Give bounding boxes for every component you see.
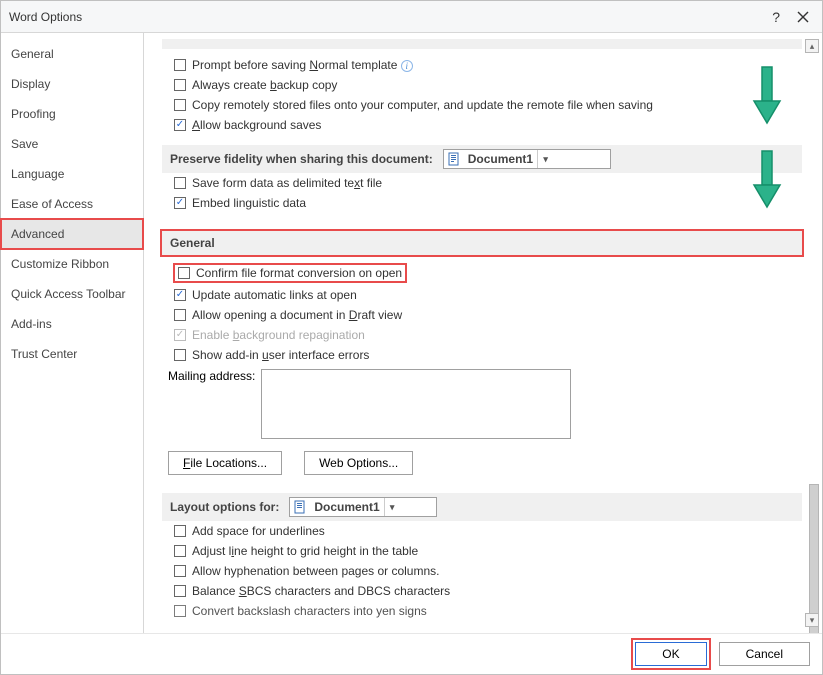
opt-convert-backslash-yen[interactable]: Convert backslash characters into yen si…: [168, 601, 802, 621]
titlebar: Word Options ?: [1, 1, 822, 33]
opt-space-underlines[interactable]: Add space for underlines: [168, 521, 802, 541]
opt-adjust-line-height[interactable]: Adjust line height to grid height in the…: [168, 541, 802, 561]
opt-open-draft[interactable]: Allow opening a document in Draft view: [168, 305, 802, 325]
mailing-address-label: Mailing address:: [168, 369, 255, 383]
checkbox-icon: [174, 59, 186, 71]
help-button[interactable]: ?: [772, 9, 780, 25]
opt-addin-ui-errors[interactable]: Show add-in user interface errors: [168, 345, 802, 365]
opt-prompt-normal-template[interactable]: Prompt before saving Normal template i: [168, 55, 802, 75]
close-button[interactable]: [794, 8, 812, 26]
checkbox-icon: [174, 177, 186, 189]
opt-background-repagination: Enable background repagination: [168, 325, 802, 345]
vertical-scrollbar[interactable]: ▴ ▾: [805, 39, 819, 627]
checkbox-icon: [174, 565, 186, 577]
preserve-fidelity-combo[interactable]: Document1 ▾: [443, 149, 611, 169]
checkbox-icon: [174, 309, 186, 321]
section-header-label: Layout options for:: [170, 500, 279, 514]
section-layout-options: Layout options for: Document1 ▾: [162, 493, 802, 521]
opt-balance-sbcs[interactable]: Balance SBCS characters and DBCS charact…: [168, 581, 802, 601]
layout-options-combo[interactable]: Document1 ▾: [289, 497, 437, 517]
section-header-label: Preserve fidelity when sharing this docu…: [170, 152, 433, 166]
opt-allow-bg-saves[interactable]: Allow background saves: [168, 115, 802, 135]
annotation-arrow-down-icon: [750, 65, 784, 130]
sidebar-item-customize-ribbon[interactable]: Customize Ribbon: [1, 249, 143, 279]
checkbox-icon: [174, 545, 186, 557]
combo-value: Document1: [464, 152, 537, 166]
category-sidebar: General Display Proofing Save Language E…: [1, 33, 144, 633]
options-panel: Prompt before saving Normal template i A…: [144, 33, 822, 633]
checkbox-icon: [174, 289, 186, 301]
checkbox-icon: [174, 329, 186, 341]
mailing-address-input[interactable]: [261, 369, 571, 439]
section-general: General: [162, 231, 802, 255]
dialog-footer: OK Cancel: [1, 634, 822, 674]
chevron-down-icon: ▾: [537, 150, 553, 168]
scroll-down-icon[interactable]: ▾: [805, 613, 819, 627]
opt-embed-linguistic[interactable]: Embed linguistic data: [168, 193, 802, 213]
word-options-dialog: Word Options ? General Display Proofing …: [0, 0, 823, 675]
document-icon: [444, 152, 464, 166]
chevron-down-icon: ▾: [384, 498, 400, 516]
section-band: [162, 39, 802, 49]
section-preserve-fidelity: Preserve fidelity when sharing this docu…: [162, 145, 802, 173]
window-title: Word Options: [9, 10, 82, 24]
cancel-button[interactable]: Cancel: [719, 642, 810, 666]
web-options-button[interactable]: Web Options...: [304, 451, 413, 475]
checkbox-icon: [174, 349, 186, 361]
annotation-arrow-down-icon: [750, 149, 784, 214]
checkbox-icon: [174, 585, 186, 597]
sidebar-item-trust-center[interactable]: Trust Center: [1, 339, 143, 369]
mailing-address-row: Mailing address:: [162, 365, 802, 443]
opt-allow-hyphenation[interactable]: Allow hyphenation between pages or colum…: [168, 561, 802, 581]
checkbox-icon: [174, 119, 186, 131]
checkbox-icon: [174, 99, 186, 111]
combo-value: Document1: [310, 500, 383, 514]
scrollbar-thumb[interactable]: [809, 484, 819, 633]
opt-always-backup[interactable]: Always create backup copy: [168, 75, 802, 95]
scrollbar-track[interactable]: [805, 54, 819, 612]
opt-save-form-data[interactable]: Save form data as delimited text file: [168, 173, 802, 193]
sidebar-item-language[interactable]: Language: [1, 159, 143, 189]
checkbox-icon: [178, 267, 190, 279]
opt-update-links[interactable]: Update automatic links at open: [168, 285, 802, 305]
sidebar-item-proofing[interactable]: Proofing: [1, 99, 143, 129]
sidebar-item-display[interactable]: Display: [1, 69, 143, 99]
checkbox-icon: [174, 197, 186, 209]
opt-confirm-conversion[interactable]: Confirm file format conversion on open: [168, 261, 802, 285]
document-icon: [290, 500, 310, 514]
opt-copy-remote[interactable]: Copy remotely stored files onto your com…: [168, 95, 802, 115]
sidebar-item-quick-access-toolbar[interactable]: Quick Access Toolbar: [1, 279, 143, 309]
sidebar-item-save[interactable]: Save: [1, 129, 143, 159]
file-locations-button[interactable]: FFile Locations...ile Locations...: [168, 451, 282, 475]
scroll-up-icon[interactable]: ▴: [805, 39, 819, 53]
sidebar-item-general[interactable]: General: [1, 39, 143, 69]
checkbox-icon: [174, 605, 186, 617]
checkbox-icon: [174, 525, 186, 537]
sidebar-item-advanced[interactable]: Advanced: [1, 219, 143, 249]
checkbox-icon: [174, 79, 186, 91]
ok-button[interactable]: OK: [635, 642, 706, 666]
sidebar-item-add-ins[interactable]: Add-ins: [1, 309, 143, 339]
sidebar-item-ease-of-access[interactable]: Ease of Access: [1, 189, 143, 219]
info-icon: i: [401, 60, 413, 72]
